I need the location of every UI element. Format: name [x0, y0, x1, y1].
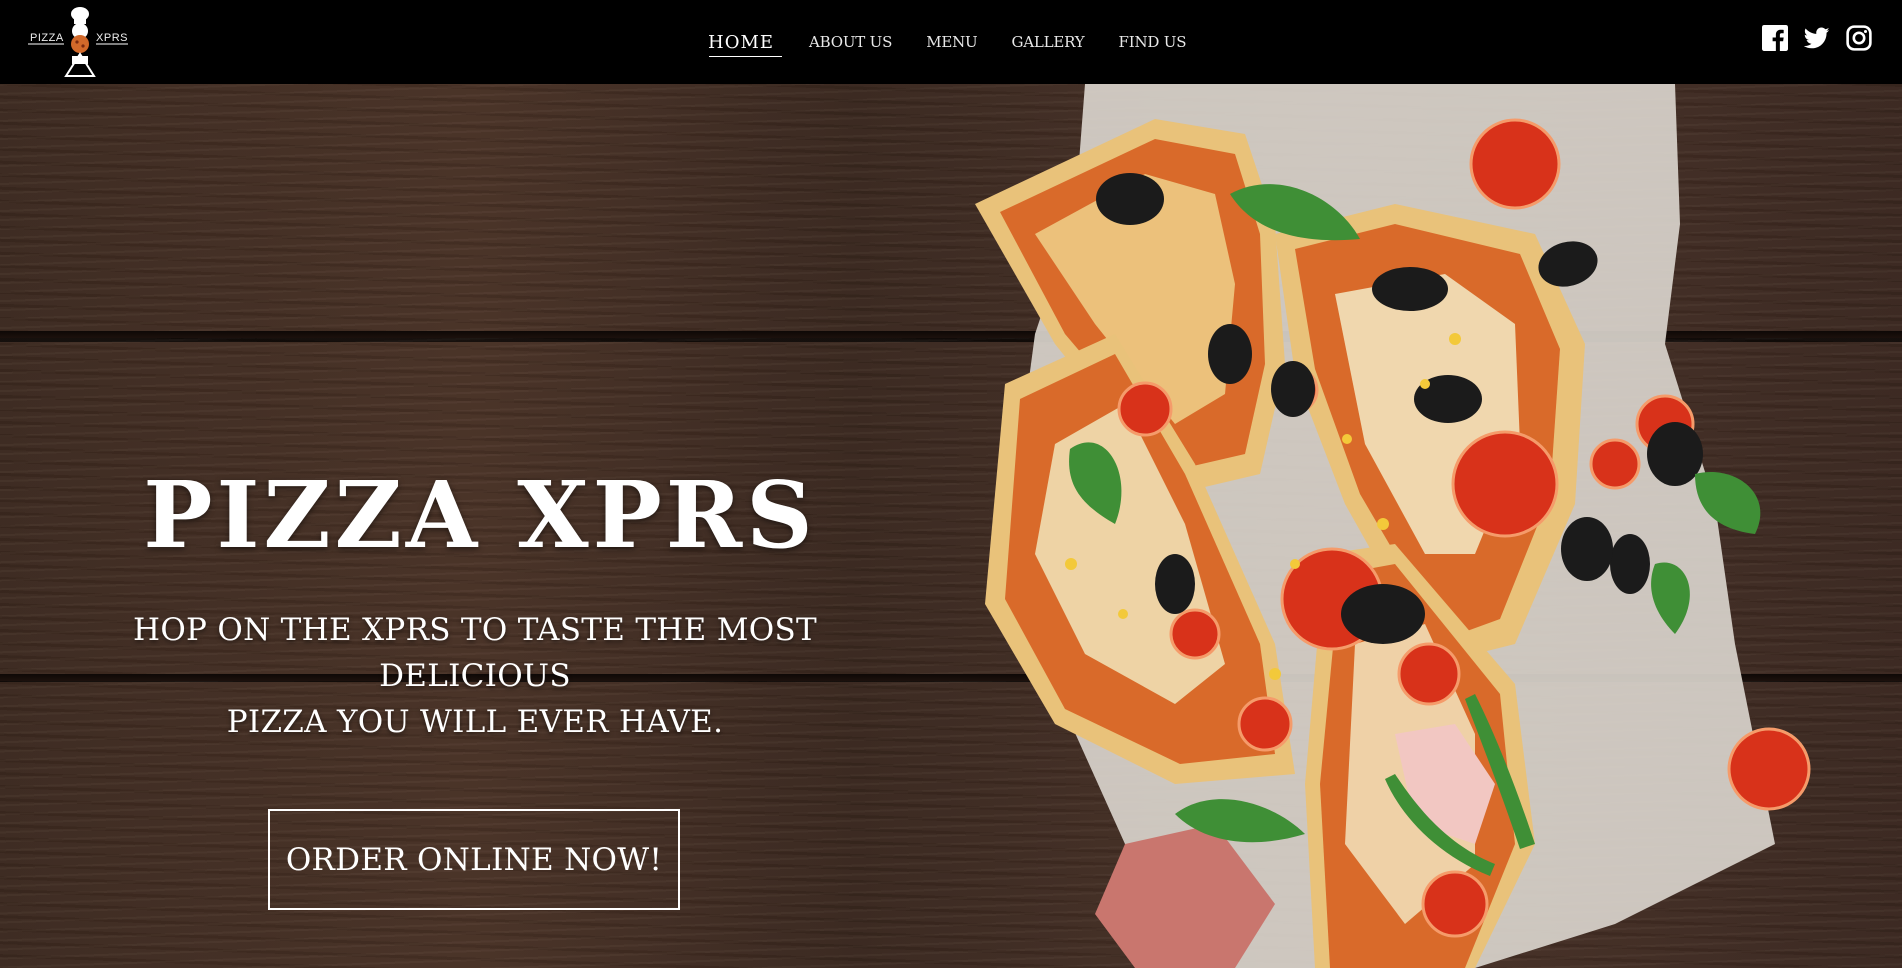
- hero-subtitle: HOP ON THE XPRS TO TASTE THE MOST DELICI…: [40, 607, 910, 745]
- nav-item-find-us[interactable]: FIND US: [1102, 0, 1204, 84]
- hero-title: PIZZA XPRS: [143, 461, 817, 569]
- order-online-button[interactable]: ORDER ONLINE NOW!: [268, 809, 680, 910]
- logo-text-pizza: PIZZA: [30, 32, 64, 44]
- social-links: [1762, 25, 1872, 51]
- pizza-image: [975, 84, 1902, 968]
- hero-subtitle-line-1: HOP ON THE XPRS TO TASTE THE MOST DELICI…: [133, 612, 817, 694]
- hero-section: PIZZA XPRS HOP ON THE XPRS TO TASTE THE …: [0, 84, 1902, 968]
- logo-text-xprs: XPRS: [96, 32, 128, 44]
- facebook-icon[interactable]: [1762, 25, 1788, 51]
- site-header: PIZZA XPRS HOME ABOUT US MENU GALLERY FI…: [0, 0, 1902, 84]
- pizza-xprs-logo[interactable]: PIZZA XPRS: [28, 4, 128, 78]
- twitter-icon[interactable]: [1804, 25, 1830, 51]
- hero-subtitle-line-2: PIZZA YOU WILL EVER HAVE.: [226, 704, 724, 740]
- main-nav: HOME ABOUT US MENU GALLERY FIND US: [700, 0, 1203, 84]
- nav-item-about-us[interactable]: ABOUT US: [792, 0, 909, 84]
- nav-item-home[interactable]: HOME: [700, 0, 783, 84]
- nav-item-gallery[interactable]: GALLERY: [994, 0, 1101, 84]
- instagram-icon[interactable]: [1846, 25, 1872, 51]
- nav-item-menu[interactable]: MENU: [909, 0, 994, 84]
